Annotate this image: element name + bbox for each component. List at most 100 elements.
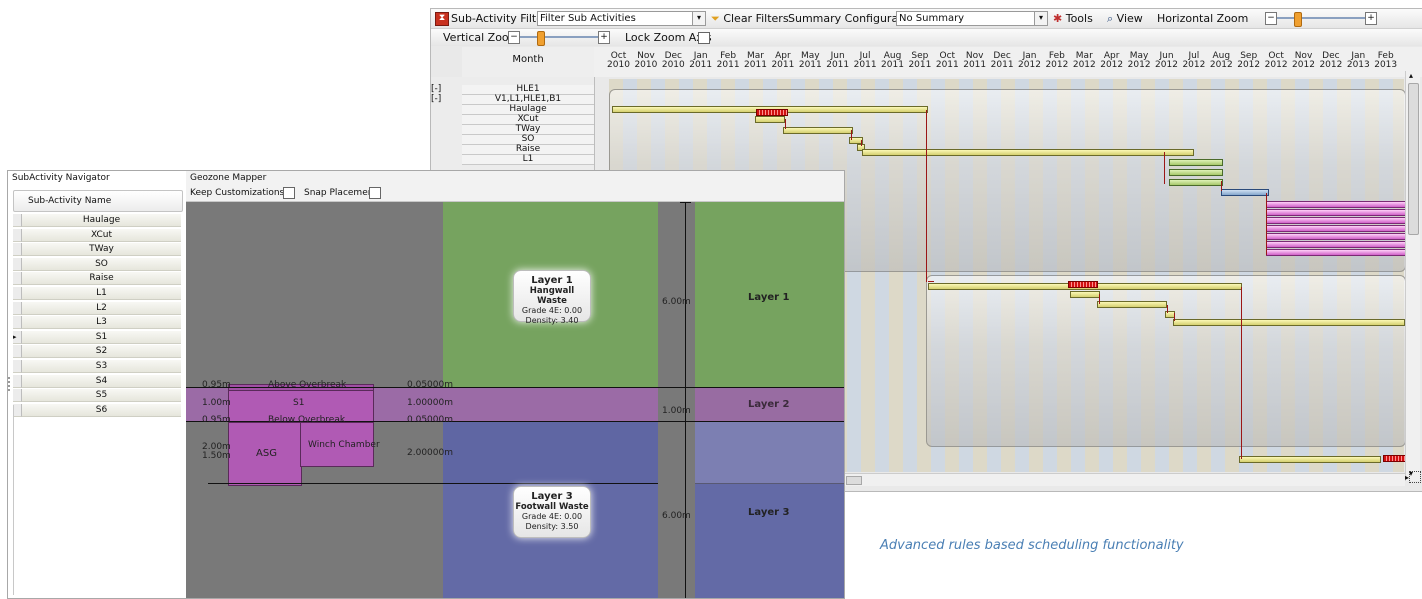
tree-toggle[interactable]: [-]	[431, 94, 441, 104]
task-bar[interactable]	[1169, 159, 1223, 166]
sub-activity-row[interactable]: Haulage	[22, 214, 181, 227]
sub-activity-row[interactable]: S2	[22, 345, 181, 359]
tools-button[interactable]: ✱ Tools	[1053, 12, 1093, 25]
overbreak-above-right-value: 0.05000m	[407, 380, 453, 390]
row-selector[interactable]	[13, 257, 22, 271]
dependency-link	[1241, 287, 1242, 459]
s1-right-value: 1.00000m	[407, 398, 453, 408]
task-bar[interactable]	[1221, 189, 1269, 196]
month-label: Sep 2012	[1237, 51, 1261, 70]
task-bar[interactable]	[1266, 233, 1408, 240]
boundary-line	[208, 483, 658, 484]
row-selector[interactable]	[13, 287, 22, 300]
clear-filters-button[interactable]: ⏷ Clear Filters	[711, 12, 789, 26]
dependency-link	[851, 130, 852, 140]
sub-activity-row[interactable]: S1	[22, 330, 181, 344]
sub-activity-row[interactable]: Raise	[22, 272, 181, 286]
summary-configuration-combo[interactable]: No Summary ▾	[896, 11, 1048, 26]
row-selector[interactable]	[13, 316, 22, 330]
navigator-column-header[interactable]: Sub-Activity Name	[13, 190, 183, 212]
keep-customizations-label: Keep Customizations	[190, 188, 285, 198]
slider-thumb[interactable]	[537, 31, 545, 46]
layer-3-info-card[interactable]: Layer 3 Footwall Waste Grade 4E: 0.00 De…	[513, 486, 591, 538]
dimension-line	[685, 202, 686, 598]
dependency-link	[1099, 294, 1100, 304]
month-label: Mar 2012	[1072, 51, 1096, 70]
zoom-out-icon[interactable]: −	[1265, 12, 1277, 25]
month-label: Apr 2012	[1100, 51, 1124, 70]
sub-activity-row[interactable]: SO	[22, 257, 181, 271]
sub-activity-row[interactable]: S3	[22, 360, 181, 373]
task-bar[interactable]	[1239, 456, 1381, 463]
task-bar[interactable]	[1173, 319, 1405, 326]
horizontal-zoom-slider[interactable]: − +	[1265, 12, 1377, 27]
task-bar[interactable]	[1169, 169, 1223, 176]
sub-activity-row[interactable]: L2	[22, 301, 181, 315]
keep-customizations-checkbox[interactable]	[283, 187, 295, 199]
dependency-link	[1221, 181, 1222, 191]
sub-activity-row[interactable]: S5	[22, 389, 181, 403]
zoom-out-icon[interactable]: −	[508, 31, 520, 44]
row-selector[interactable]	[13, 345, 22, 359]
vertical-zoom-slider[interactable]: − +	[508, 31, 610, 46]
row-selector[interactable]	[13, 214, 22, 227]
month-label: Jan 2013	[1346, 51, 1370, 70]
row-selector[interactable]	[13, 272, 22, 286]
task-bar[interactable]	[1266, 241, 1408, 248]
sub-activity-filter-label: Sub-Activity Filter	[451, 12, 548, 25]
dependency-link	[1174, 313, 1175, 321]
vertical-scrollbar[interactable]: ▴ ▾	[1405, 71, 1420, 481]
layer-1-info-card[interactable]: Layer 1 Hangwall Waste Grade 4E: 0.00 De…	[513, 270, 591, 325]
task-bar[interactable]	[1383, 455, 1407, 462]
task-bar[interactable]	[1097, 301, 1167, 308]
task-bar[interactable]	[1266, 225, 1408, 232]
sub-activity-filter-combo[interactable]: Filter Sub Activities ▾	[537, 11, 706, 26]
row-selector[interactable]	[13, 360, 22, 373]
task-bar[interactable]	[755, 116, 785, 123]
fit-view-icon[interactable]	[1409, 471, 1421, 483]
sub-activity-row[interactable]: L3	[22, 316, 181, 330]
month-label: Oct 2011	[935, 51, 959, 70]
chevron-down-icon[interactable]: ▾	[1034, 12, 1047, 25]
row-selector[interactable]	[13, 389, 22, 403]
row-selector[interactable]	[13, 374, 22, 388]
sub-activity-row[interactable]: XCut	[22, 228, 181, 242]
task-bar[interactable]	[1169, 179, 1223, 186]
scrollbar-thumb[interactable]	[1408, 83, 1419, 235]
task-bar[interactable]	[862, 149, 1194, 156]
month-label: Jun 2011	[826, 51, 850, 70]
sub-activity-row[interactable]: L1	[22, 287, 181, 300]
scroll-up-icon[interactable]: ▴	[1409, 71, 1413, 80]
splitter[interactable]	[8, 377, 13, 391]
view-button[interactable]: ⌕ View	[1107, 12, 1143, 26]
task-bar[interactable]	[1266, 201, 1408, 208]
row-selector[interactable]: ▸	[13, 330, 22, 344]
task-bar[interactable]	[1266, 217, 1408, 224]
lock-zoom-axis-checkbox[interactable]	[698, 32, 710, 44]
task-bar[interactable]	[1266, 209, 1408, 216]
month-label: Dec 2012	[1319, 51, 1343, 70]
row-selector[interactable]	[13, 228, 22, 242]
zoom-in-icon[interactable]: +	[1365, 12, 1377, 25]
task-bar[interactable]	[756, 109, 788, 116]
sub-activity-row[interactable]: S4	[22, 374, 181, 388]
snap-placement-checkbox[interactable]	[369, 187, 381, 199]
task-bar[interactable]	[1068, 281, 1098, 288]
tree-toggle[interactable]: [-]	[431, 84, 441, 94]
task-bar[interactable]	[783, 127, 853, 134]
magnifier-icon: ⌕	[1107, 12, 1114, 25]
task-row-label[interactable]: L1	[462, 155, 594, 165]
subactivity-navigator-panel: SubActivity Navigator Sub-Activity Name …	[8, 171, 187, 598]
sub-activity-row[interactable]: TWay	[22, 243, 181, 257]
zoom-in-icon[interactable]: +	[598, 31, 610, 44]
chevron-down-icon[interactable]: ▾	[692, 12, 705, 25]
gantt-toolbar-row-1: ⧗ Sub-Activity Filter Filter Sub Activit…	[431, 9, 1422, 29]
row-selector[interactable]	[13, 301, 22, 315]
row-selector[interactable]	[13, 243, 22, 257]
scrollbar-thumb[interactable]	[846, 476, 862, 485]
slider-thumb[interactable]	[1294, 12, 1302, 27]
horizontal-scrollbar[interactable]	[844, 473, 1405, 486]
dependency-link	[1167, 305, 1168, 313]
task-bar[interactable]	[1070, 291, 1100, 298]
task-bar[interactable]	[1266, 249, 1408, 256]
